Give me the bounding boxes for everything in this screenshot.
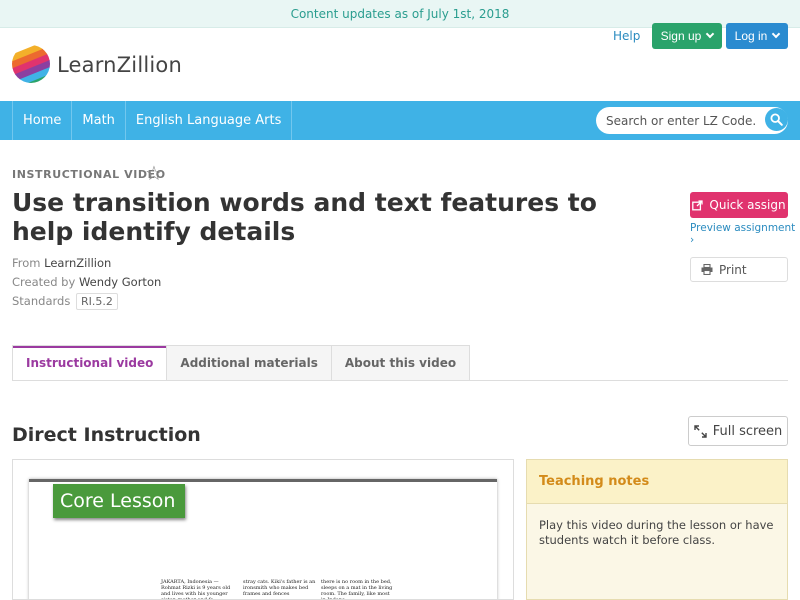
log-in-button[interactable]: Log in (726, 23, 788, 49)
created-label: Created by (12, 275, 76, 289)
sign-up-button[interactable]: Sign up (652, 23, 722, 49)
core-lesson-banner: Core Lesson (53, 484, 185, 518)
search-button[interactable] (765, 108, 788, 131)
banner-text: Content updates as of July 1st, 2018 (290, 6, 510, 21)
article-column-3: there is no room in the bed, sleeps on a… (321, 579, 393, 600)
brand-name[interactable]: LearnZillion (57, 53, 182, 77)
print-label: Print (719, 262, 747, 277)
search-icon (770, 113, 783, 126)
tab-divider (12, 380, 788, 381)
tab-additional-materials[interactable]: Additional materials (167, 345, 332, 381)
from-label: From (12, 256, 41, 270)
teaching-notes-body: Play this video during the lesson or hav… (539, 518, 774, 547)
preview-assignment-link[interactable]: Preview assignment › (690, 222, 800, 246)
meta-created-by: Created by Wendy Gorton (12, 275, 161, 289)
standards-label: Standards (12, 294, 71, 308)
full-screen-label: Full screen (712, 423, 783, 439)
log-in-label: Log in (734, 29, 768, 43)
author-link[interactable]: Wendy Gorton (79, 275, 161, 289)
full-screen-button[interactable]: Full screen (688, 416, 788, 446)
learnzillion-logo-icon[interactable] (12, 45, 50, 83)
search-box (596, 107, 788, 134)
video-frame: Core Lesson JAKARTA, Indonesia — Rohmat … (29, 479, 497, 600)
tab-about-this-video[interactable]: About this video (331, 345, 471, 381)
share-icon (692, 199, 704, 210)
article-column-1: JAKARTA, Indonesia — Rohmat Rizki is 9 y… (161, 579, 231, 600)
meta-standards: Standards RI.5.2 (12, 293, 118, 310)
standard-badge[interactable]: RI.5.2 (75, 293, 118, 310)
favorite-star-icon[interactable]: ☆ (145, 163, 163, 183)
sign-up-label: Sign up (660, 29, 702, 43)
expand-icon (694, 424, 707, 438)
content-tabs: Instructional video Additional materials… (12, 345, 471, 381)
quick-assign-button[interactable]: Quick assign (690, 192, 788, 218)
page-title: Use transition words and text features t… (12, 188, 597, 246)
printer-icon (701, 264, 713, 275)
quick-assign-label: Quick assign (709, 198, 786, 212)
help-link[interactable]: Help (613, 29, 640, 43)
article-column-2: stray cats. Kiki's father is an ironsmit… (243, 579, 316, 597)
teaching-notes-panel: Teaching notes Play this video during th… (526, 459, 788, 600)
section-title: Direct Instruction (12, 424, 201, 446)
video-top-bar (29, 479, 497, 482)
chevron-down-icon (772, 29, 781, 39)
from-value-link[interactable]: LearnZillion (44, 256, 111, 270)
meta-from: From LearnZillion (12, 256, 111, 270)
nav-item-ela[interactable]: English Language Arts (124, 101, 293, 140)
search-input[interactable] (606, 111, 756, 130)
nav-item-home[interactable]: Home (12, 101, 71, 140)
teaching-notes-title: Teaching notes (527, 460, 787, 504)
video-player[interactable]: Core Lesson JAKARTA, Indonesia — Rohmat … (12, 459, 514, 600)
nav-item-math[interactable]: Math (71, 101, 125, 140)
content-type-label: INSTRUCTIONAL VIDEO (12, 168, 166, 181)
print-button[interactable]: Print (690, 257, 788, 282)
tab-instructional-video[interactable]: Instructional video (12, 345, 168, 381)
chevron-down-icon (706, 29, 715, 39)
